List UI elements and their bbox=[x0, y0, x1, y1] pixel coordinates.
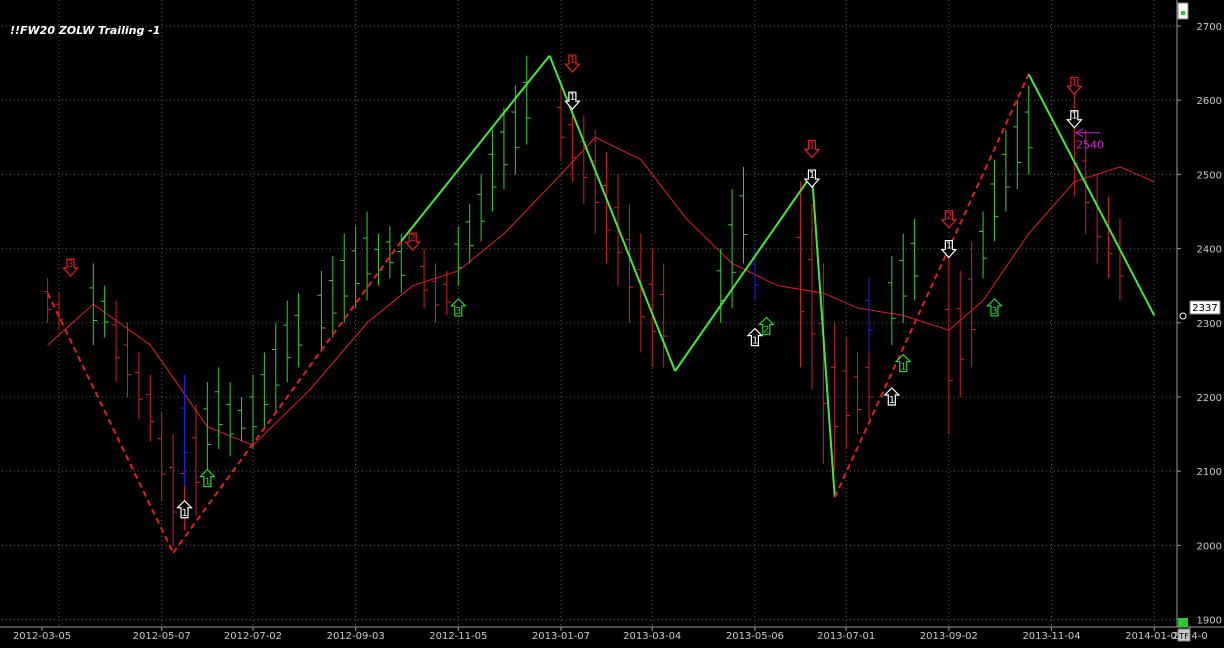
last-price-value: 2337 bbox=[1192, 303, 1217, 314]
signal-arrow-label: 1 bbox=[1071, 111, 1077, 122]
x-tick-label: 2013-03-04 bbox=[623, 631, 681, 642]
y-tick-label: 2400 bbox=[1197, 245, 1222, 256]
x-tick-label: 2013-09-02 bbox=[920, 631, 978, 642]
signal-arrow-label: 1 bbox=[569, 92, 575, 103]
signal-arrow-label: 1 bbox=[182, 508, 188, 519]
y-tick-label: 2300 bbox=[1197, 319, 1222, 330]
x-tick-label: 2013-11-04 bbox=[1022, 631, 1080, 642]
y-tick-label: 2700 bbox=[1197, 22, 1222, 33]
y-tick-label: 2500 bbox=[1197, 170, 1222, 181]
signal-arrow-label: 1 bbox=[889, 395, 895, 406]
signal-arrow-label: 1 bbox=[204, 477, 210, 488]
x-tick-label: 2012-09-03 bbox=[327, 631, 385, 642]
signal-arrow-label: 2 bbox=[410, 233, 416, 244]
x-tick-label: 2012-07-02 bbox=[224, 631, 282, 642]
signal-arrow-label: 1 bbox=[569, 55, 575, 66]
top-scroll-indicator bbox=[1181, 11, 1185, 15]
chart-title: !!FW20 ZOLW Trailing -1 bbox=[10, 24, 160, 37]
y-tick-label: 2000 bbox=[1197, 541, 1222, 552]
x-tick-label: 2013-07-01 bbox=[817, 631, 875, 642]
signal-arrow-label: 3 bbox=[455, 306, 461, 317]
bottom-scroll-handle[interactable] bbox=[1178, 618, 1188, 627]
signal-arrow-label: 1 bbox=[946, 241, 952, 252]
signal-arrow-label: 1 bbox=[900, 362, 906, 373]
signal-arrow-label: 3 bbox=[67, 259, 73, 270]
y-tick-label: 1900 bbox=[1197, 616, 1222, 627]
signal-arrow-label: 1 bbox=[1071, 77, 1077, 88]
y-tick-label: 2200 bbox=[1197, 393, 1222, 404]
annotation-label: 2540 bbox=[1076, 139, 1104, 152]
signal-arrow-label: 1 bbox=[809, 170, 815, 181]
y-tick-label: 2100 bbox=[1197, 467, 1222, 478]
price-chart[interactable]: 311231112111121311 190020002100220023002… bbox=[0, 0, 1224, 644]
signal-arrow-label: 2 bbox=[763, 324, 769, 335]
x-tick-label: 2012-05-07 bbox=[133, 631, 191, 642]
chart-root: 311231112111121311 1900 2000 2100 2200 2300 2… bbox=[0, 0, 1224, 644]
signal-arrow-label: 1 bbox=[809, 140, 815, 151]
x-tick-label: 2013-05-06 bbox=[726, 631, 784, 642]
x-tick-label: 2013-01-07 bbox=[532, 631, 590, 642]
signal-arrow-label: 2 bbox=[946, 211, 952, 222]
timeframe-label: TF bbox=[1178, 632, 1189, 641]
signal-arrow-label: 3 bbox=[991, 306, 997, 317]
signal-arrow-label: 1 bbox=[752, 336, 758, 347]
y-tick-label: 2600 bbox=[1197, 96, 1222, 107]
x-tick-label: 2012-03-05 bbox=[13, 631, 71, 642]
x-tick-label: 2012-11-05 bbox=[429, 631, 487, 642]
